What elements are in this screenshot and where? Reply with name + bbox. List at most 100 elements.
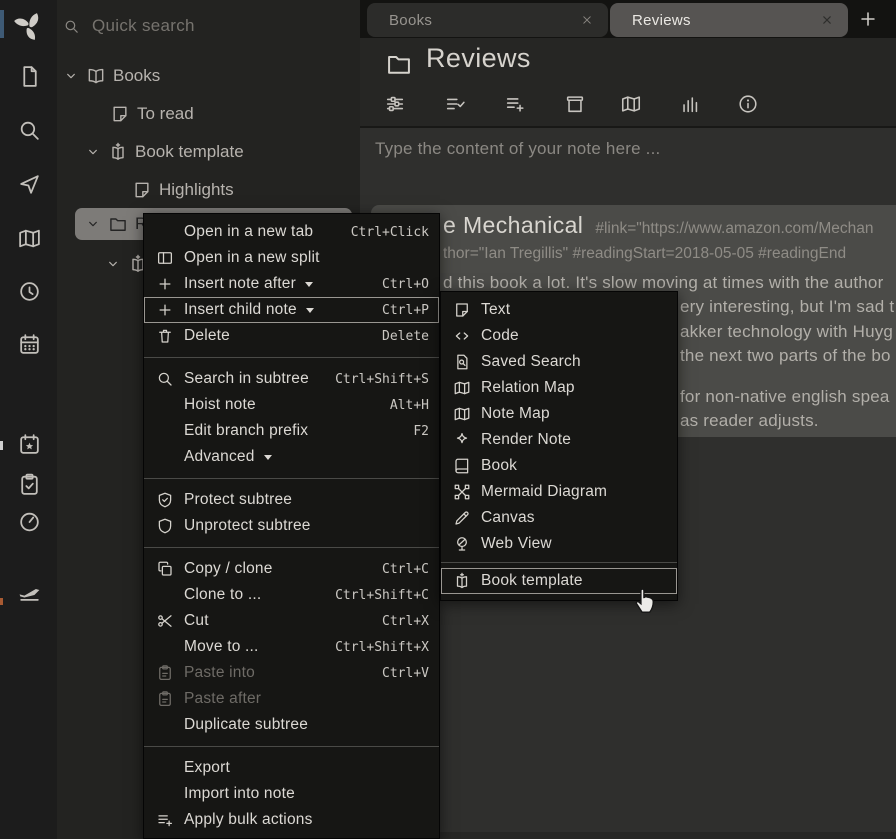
menu-separator (144, 746, 439, 747)
menu-item-search-in-subtree[interactable]: Search in subtree Ctrl+Shift+S (144, 366, 439, 392)
tree-item-book-template[interactable]: Book template (85, 138, 244, 166)
menu-item-copy-clone[interactable]: Copy / clone Ctrl+C (144, 556, 439, 582)
paste-icon (156, 664, 176, 682)
paste-icon (156, 690, 176, 708)
tree-item-label: To read (137, 104, 194, 124)
edge-indicator-orange (0, 598, 3, 605)
note-title[interactable]: Reviews (426, 43, 531, 74)
book-card-text: the next two parts of the bo (680, 346, 891, 366)
menu-item-clone-to[interactable]: Clone to ... Ctrl+Shift+C (144, 582, 439, 608)
archive-box-icon[interactable] (564, 93, 586, 115)
map-icon[interactable] (620, 93, 642, 115)
menu-item-import-into-note[interactable]: Import into note (144, 781, 439, 807)
list-plus-icon[interactable] (504, 93, 526, 115)
menu-item-unprotect-subtree[interactable]: Unprotect subtree (144, 513, 439, 539)
folder-icon (108, 214, 128, 234)
edge-indicator-white (0, 441, 3, 450)
submenu-item-web-view[interactable]: Web View (441, 531, 677, 557)
search-icon (63, 18, 80, 35)
book-card-attributes: thor="Ian Tregillis" #readingStart=2018-… (443, 245, 846, 263)
menu-item-apply-bulk-actions[interactable]: Apply bulk actions (144, 807, 439, 833)
tree-context-menu: Open in a new tab Ctrl+Click Open in a n… (143, 213, 440, 839)
bar-chart-icon[interactable] (679, 93, 701, 115)
menu-item-export[interactable]: Export (144, 755, 439, 781)
chevron-down-icon[interactable] (63, 68, 79, 84)
submenu-item-book-template[interactable]: Book template (441, 568, 677, 594)
copy-icon (156, 560, 176, 578)
menu-separator (144, 547, 439, 548)
tab-books[interactable]: Books (367, 3, 608, 37)
submenu-item-text[interactable]: Text (441, 297, 677, 323)
caret-down-icon (306, 308, 314, 313)
tab-reviews[interactable]: Reviews (610, 3, 848, 37)
tree-item-highlights[interactable]: Highlights (132, 176, 234, 204)
menu-separator (144, 357, 439, 358)
split-icon (156, 249, 176, 267)
chevron-down-icon[interactable] (85, 144, 101, 160)
menu-separator (441, 562, 677, 563)
menu-item-move-to[interactable]: Move to ... Ctrl+Shift+X (144, 634, 439, 660)
list-plus-icon (156, 811, 176, 829)
menu-item-cut[interactable]: Cut Ctrl+X (144, 608, 439, 634)
submenu-item-code[interactable]: Code (441, 323, 677, 349)
editor-placeholder[interactable]: Type the content of your note here ... (375, 139, 660, 159)
submenu-item-book[interactable]: Book (441, 453, 677, 479)
menu-item-paste-into[interactable]: Paste into Ctrl+V (144, 660, 439, 686)
map-icon[interactable] (17, 226, 42, 251)
tree-item-label: Highlights (159, 180, 234, 200)
menu-item-open-new-tab[interactable]: Open in a new tab Ctrl+Click (144, 219, 439, 245)
shield-check-icon (156, 491, 176, 509)
menu-item-edit-branch-prefix[interactable]: Edit branch prefix F2 (144, 418, 439, 444)
menu-item-delete[interactable]: Delete Delete (144, 323, 439, 349)
calendar-star-icon[interactable] (17, 432, 42, 457)
map-icon (453, 379, 473, 397)
tree-item-books[interactable]: Books (63, 62, 160, 90)
history-clock-icon[interactable] (17, 279, 42, 304)
tree-item-to-read[interactable]: To read (110, 100, 194, 128)
book-card-text: akker technology with Huyg (680, 322, 893, 342)
submenu-item-saved-search[interactable]: Saved Search (441, 349, 677, 375)
menu-item-paste-after[interactable]: Paste after (144, 686, 439, 712)
book-card-title[interactable]: e Mechanical (443, 212, 583, 239)
quick-search-input[interactable]: Quick search (57, 10, 360, 42)
menu-item-duplicate-subtree[interactable]: Duplicate subtree (144, 712, 439, 738)
app-logo-icon (10, 7, 47, 44)
submenu-item-relation-map[interactable]: Relation Map (441, 375, 677, 401)
new-tab-button[interactable] (857, 8, 879, 30)
menu-item-advanced[interactable]: Advanced (144, 444, 439, 470)
book-card-text: ery interesting, but I'm sad t (680, 297, 894, 317)
gauge-icon[interactable] (17, 509, 42, 534)
file-search-icon (453, 353, 473, 371)
info-circle-icon[interactable] (737, 93, 759, 115)
chevron-down-icon[interactable] (105, 256, 121, 272)
menu-item-open-new-split[interactable]: Open in a new split (144, 245, 439, 271)
list-check-icon[interactable] (444, 93, 466, 115)
clipboard-check-icon[interactable] (17, 472, 42, 497)
close-icon[interactable] (580, 13, 594, 27)
book-card-text: d this book a lot. It's slow moving at t… (443, 273, 883, 293)
send-icon[interactable] (17, 172, 42, 197)
submenu-item-canvas[interactable]: Canvas (441, 505, 677, 531)
submenu-item-render-note[interactable]: Render Note (441, 427, 677, 453)
calendar-icon[interactable] (17, 332, 42, 357)
close-icon[interactable] (820, 13, 834, 27)
menu-item-insert-child-note[interactable]: Insert child note Ctrl+P (144, 297, 439, 323)
submenu-item-note-map[interactable]: Note Map (441, 401, 677, 427)
plane-takeoff-icon[interactable] (17, 579, 42, 604)
sliders-icon[interactable] (384, 93, 406, 115)
menu-item-hoist-note[interactable]: Hoist note Alt+H (144, 392, 439, 418)
note-icon (132, 180, 152, 200)
menu-item-protect-subtree[interactable]: Protect subtree (144, 487, 439, 513)
menu-item-insert-note-after[interactable]: Insert note after Ctrl+O (144, 271, 439, 297)
submenu-item-mermaid-diagram[interactable]: Mermaid Diagram (441, 479, 677, 505)
new-note-icon[interactable] (17, 64, 42, 89)
spark-icon (453, 431, 473, 449)
shield-icon (156, 517, 176, 535)
book-card-text: for non-native english spea (680, 387, 890, 407)
caret-down-icon (264, 455, 272, 460)
note-type-submenu: Text Code Saved Search Relation Map Note… (440, 291, 678, 601)
note-icon (110, 104, 130, 124)
quick-search-placeholder: Quick search (92, 16, 195, 36)
chevron-down-icon[interactable] (85, 216, 101, 232)
search-icon[interactable] (17, 118, 42, 143)
